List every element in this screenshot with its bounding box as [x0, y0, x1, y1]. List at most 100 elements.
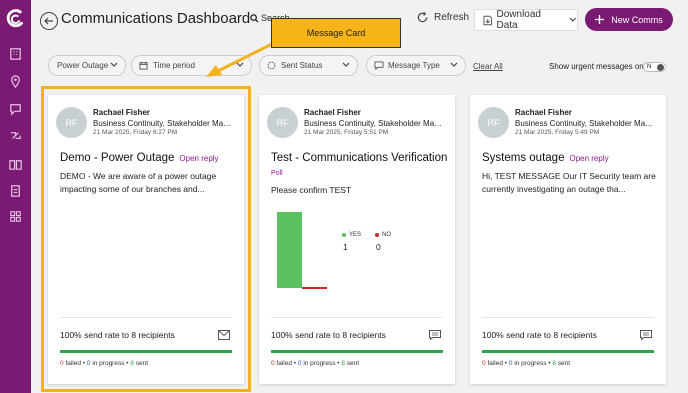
filter-message-type[interactable]: Message Type — [366, 55, 466, 76]
in-progress-label: in progress — [303, 360, 336, 367]
chevron-down-icon — [569, 17, 577, 22]
sent-count: 8 — [552, 360, 556, 367]
in-progress-label: in progress — [92, 360, 125, 367]
sent-date: 21 Mar 2025, Friday 6:27 PM — [93, 129, 178, 136]
poll-bar-yes — [277, 212, 302, 288]
message-preview: DEMO - We are aware of a power outage im… — [60, 171, 217, 194]
filter-time-period-label: Time period — [153, 61, 195, 70]
refresh-button[interactable]: Refresh — [416, 11, 469, 24]
poll-option-yes: YES — [349, 232, 362, 238]
message-card[interactable]: RF Rachael Fisher Business Continuity, S… — [470, 95, 666, 384]
book-icon[interactable] — [8, 157, 23, 172]
filter-bar: Power Outage Time period Sent Status Mes… — [31, 55, 688, 77]
poll-legend-yes: YES — [342, 232, 361, 238]
download-data-button[interactable]: Download Data — [474, 9, 578, 31]
building-icon[interactable] — [8, 46, 23, 61]
divider — [482, 317, 654, 318]
message-card[interactable]: RF Rachael Fisher Business Continuity, S… — [259, 95, 455, 384]
failed-count: 0 — [60, 360, 64, 367]
sent-label: sent — [557, 360, 571, 367]
poll-bar-no — [302, 287, 327, 289]
delivery-stats: 0 failed • 0 in progress • 8 sent — [271, 360, 360, 367]
sender-name: Rachael Fisher — [304, 108, 361, 117]
envelope-icon — [218, 330, 230, 340]
avatar: RF — [478, 107, 509, 138]
failed-count: 0 — [482, 360, 486, 367]
sender-role: Business Continuity, Stakeholder Managem… — [515, 119, 655, 128]
card-title: Demo - Power Outage — [60, 152, 175, 164]
refresh-icon — [417, 12, 428, 23]
send-rate: 100% send rate to 8 recipients — [60, 330, 175, 340]
urgent-toggle-label: Show urgent messages only — [549, 62, 650, 71]
sent-count: 8 — [130, 360, 134, 367]
annotation-callout: Message Card — [271, 18, 401, 48]
send-rate: 100% send rate to 8 recipients — [271, 330, 386, 340]
sent-count: 8 — [341, 360, 345, 367]
download-label: Download Data — [496, 9, 541, 31]
legend-dot-no — [375, 233, 379, 237]
avatar: RF — [267, 107, 298, 138]
send-progress-bar — [271, 350, 443, 353]
failed-label: failed — [487, 360, 503, 367]
location-pin-icon[interactable] — [8, 74, 23, 89]
avatar: RF — [56, 107, 87, 138]
poll-legend-no: NO — [375, 232, 391, 238]
legend-dot-yes — [342, 233, 346, 237]
app-logo-icon[interactable] — [6, 9, 25, 28]
message-icon — [374, 61, 384, 70]
filter-sent-status[interactable]: Sent Status — [259, 55, 358, 76]
sent-label: sent — [346, 360, 360, 367]
poll-count-yes: 1 — [343, 242, 348, 252]
filter-time-period[interactable]: Time period — [131, 55, 252, 76]
clipboard-icon[interactable] — [8, 183, 23, 198]
chat-icon — [640, 330, 652, 340]
sent-date: 21 Mar 2025, Friday 5:51 PM — [304, 129, 389, 136]
message-type-tag: Open reply — [569, 154, 609, 163]
send-rate: 100% send rate to 8 recipients — [482, 330, 597, 340]
new-comms-label: New Comms — [611, 14, 663, 25]
poll-option-no: NO — [382, 232, 391, 238]
sender-name: Rachael Fisher — [515, 108, 572, 117]
sent-label: sent — [135, 360, 149, 367]
sender-role: Business Continuity, Stakeholder Managem… — [304, 119, 444, 128]
message-preview: Please confirm TEST — [271, 185, 352, 195]
clear-all-link[interactable]: Clear All — [473, 62, 503, 71]
message-type-tag: Open reply — [179, 154, 219, 163]
in-progress-label: in progress — [514, 360, 547, 367]
back-button[interactable] — [40, 12, 58, 30]
sent-date: 21 Mar 2025, Friday 5:49 PM — [515, 129, 600, 136]
delivery-stats: 0 failed • 0 in progress • 8 sent — [482, 360, 571, 367]
divider — [60, 317, 232, 318]
chat-bubble-icon[interactable] — [8, 101, 23, 116]
refresh-label: Refresh — [434, 12, 470, 23]
arrow-left-icon — [44, 17, 53, 25]
page-title: Communications Dashboard — [61, 10, 251, 27]
new-comms-button[interactable]: New Comms — [585, 8, 673, 31]
card-title: Test - Communications Verification — [271, 152, 448, 164]
message-type-tag: Poll — [271, 170, 283, 177]
in-progress-count: 0 — [86, 360, 91, 367]
message-preview: Hi, TEST MESSAGE Our IT Security team ar… — [482, 171, 656, 194]
message-card[interactable]: RF Rachael Fisher Business Continuity, S… — [48, 95, 244, 384]
link-icon[interactable] — [8, 128, 23, 143]
card-title-row: Demo - Power Outage Open reply — [60, 152, 219, 164]
card-title-row: Systems outage Open reply — [482, 152, 609, 164]
delivery-stats: 0 failed • 0 in progress • 8 sent — [60, 360, 149, 367]
filter-message-type-label: Message Type — [388, 61, 440, 70]
send-progress-bar — [482, 350, 654, 353]
divider — [271, 317, 443, 318]
chevron-down-icon — [450, 62, 458, 67]
card-title: Systems outage — [482, 152, 565, 164]
filter-category[interactable]: Power Outage — [48, 55, 126, 76]
chevron-down-icon — [236, 62, 244, 67]
chevron-down-icon — [342, 62, 350, 67]
filter-sent-status-label: Sent Status — [281, 61, 323, 70]
chat-icon — [429, 330, 441, 340]
sidebar — [0, 0, 31, 393]
urgent-toggle[interactable]: N — [643, 62, 666, 72]
poll-count-no: 0 — [376, 242, 381, 252]
grid-icon[interactable] — [8, 209, 23, 224]
failed-count: 0 — [271, 360, 275, 367]
calendar-icon — [139, 61, 148, 70]
failed-label: failed — [276, 360, 292, 367]
